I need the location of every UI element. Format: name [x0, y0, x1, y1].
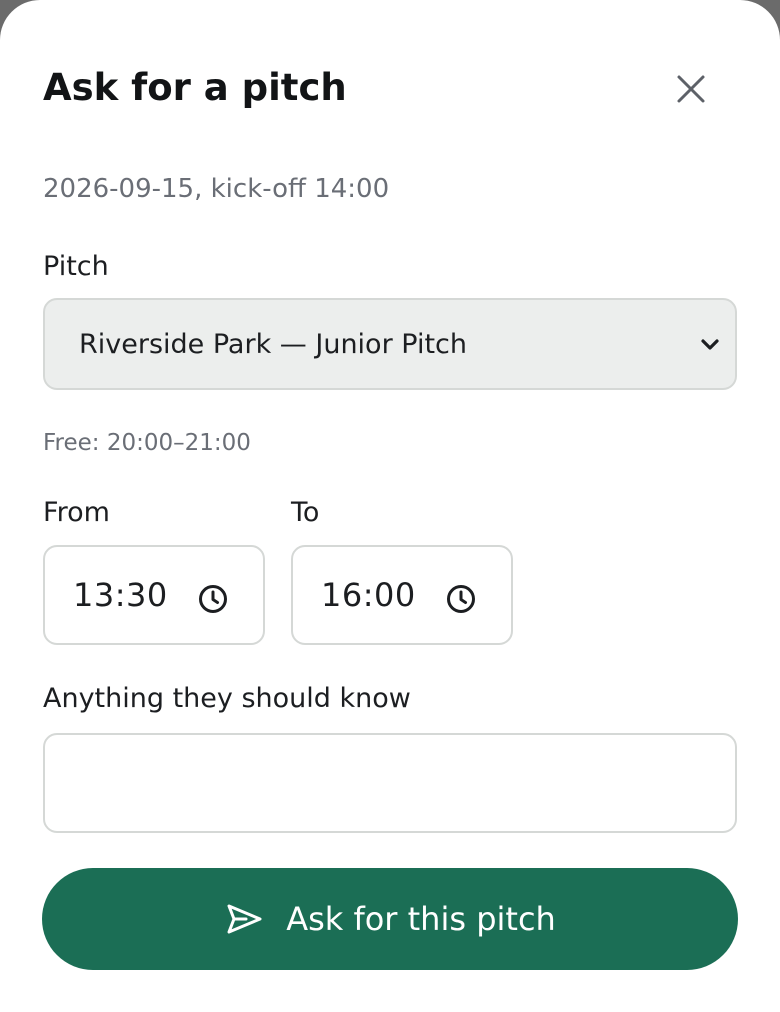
pitch-label: Pitch	[43, 251, 109, 282]
note-label: Anything they should know	[43, 683, 411, 714]
free-slot-hint: Free: 20:00–21:00	[43, 430, 251, 456]
ask-for-pitch-button[interactable]: Ask for this pitch	[42, 868, 738, 970]
close-button[interactable]	[664, 62, 718, 116]
from-time-input[interactable]: 13:30	[43, 545, 265, 645]
pitch-select-value: Riverside Park — Junior Pitch	[79, 328, 467, 360]
clock-icon[interactable]	[197, 583, 229, 615]
dialog-title: Ask for a pitch	[43, 66, 347, 109]
submit-label: Ask for this pitch	[286, 900, 556, 938]
from-label: From	[43, 497, 110, 528]
clock-icon[interactable]	[445, 583, 477, 615]
chevron-down-icon	[701, 339, 719, 350]
ask-pitch-dialog: Ask for a pitch 2026-09-15, kick-off 14:…	[0, 0, 780, 1012]
to-time-input[interactable]: 16:00	[291, 545, 513, 645]
match-date-time: 2026-09-15, kick-off 14:00	[43, 174, 390, 204]
send-icon	[227, 904, 262, 934]
to-time-value: 16:00	[321, 576, 416, 614]
to-label: To	[291, 497, 320, 528]
close-icon	[677, 75, 705, 103]
note-textarea[interactable]	[43, 733, 737, 833]
pitch-select[interactable]: Riverside Park — Junior Pitch	[43, 298, 737, 390]
from-time-value: 13:30	[73, 576, 168, 614]
